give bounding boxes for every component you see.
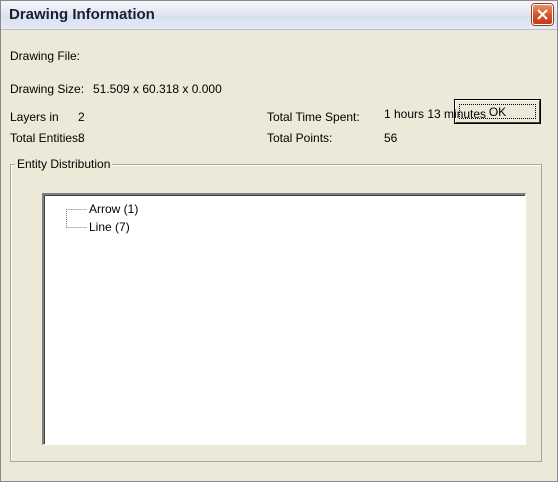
total-time-value: 1 hours 13 minutes (384, 107, 487, 121)
dialog-title: Drawing Information (9, 6, 155, 23)
total-points-label: Total Points: (267, 131, 333, 145)
layers-label: Layers in (10, 110, 59, 124)
drawing-size-value: 51.509 x 60.318 x 0.000 (93, 82, 222, 96)
drawing-file-label: Drawing File: (10, 49, 81, 63)
total-points-value: 56 (384, 131, 398, 145)
tree-item-arrow[interactable]: Arrow (1) (89, 202, 138, 216)
close-icon (537, 9, 548, 20)
title-bar[interactable]: Drawing Information (1, 1, 557, 30)
drawing-information-dialog: Drawing Information Drawing File: Drawin… (0, 0, 558, 482)
entity-distribution-title: Entity Distribution (15, 157, 113, 171)
drawing-size-label: Drawing Size: (10, 82, 85, 96)
tree-item-line[interactable]: Line (7) (89, 220, 130, 234)
total-time-label: Total Time Spent: (267, 110, 360, 124)
layers-value: 2 (78, 110, 85, 124)
close-button[interactable] (532, 4, 553, 25)
total-entities-label: Total Entities: (10, 131, 82, 145)
total-entities-value: 8 (78, 131, 85, 145)
entity-tree-view[interactable]: Arrow (1) Line (7) (42, 193, 526, 445)
